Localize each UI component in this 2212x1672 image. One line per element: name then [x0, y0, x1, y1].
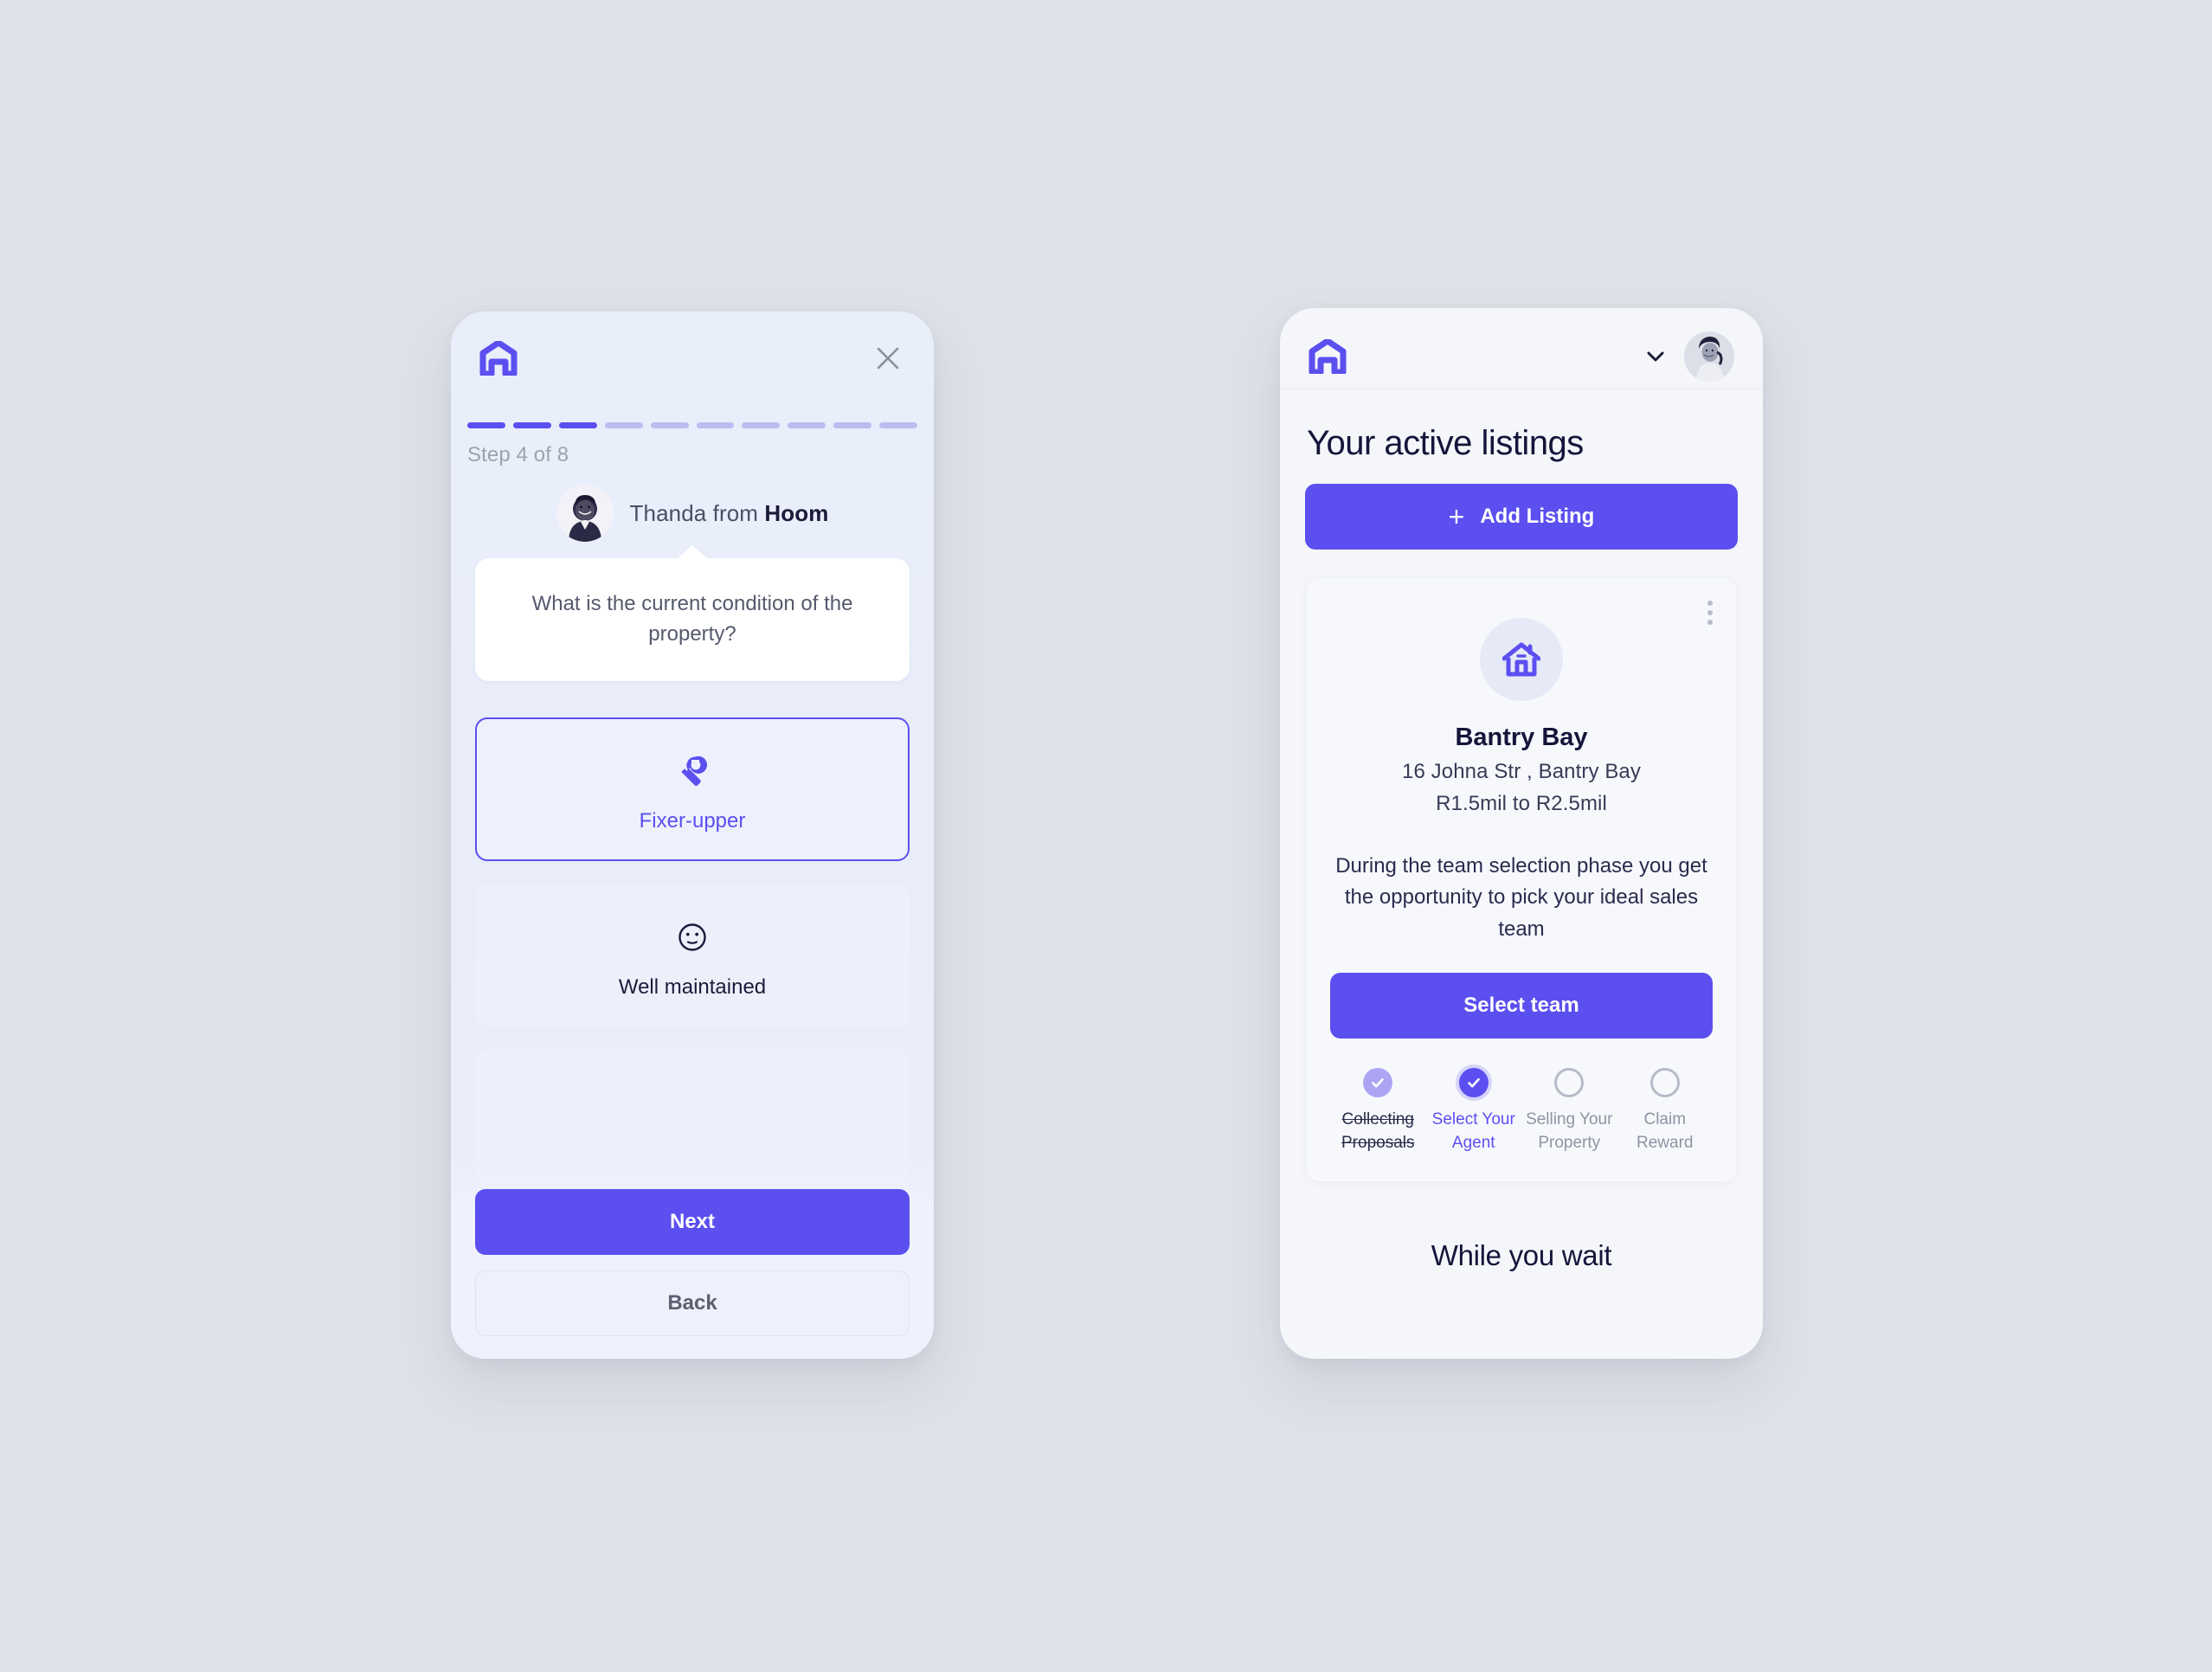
progress-segment	[650, 422, 689, 428]
close-icon[interactable]	[871, 341, 905, 376]
listing-description: During the team selection phase you get …	[1335, 854, 1707, 941]
user-avatar[interactable]	[1684, 331, 1734, 382]
progress-segment	[696, 422, 735, 428]
progress-segment	[512, 422, 551, 428]
agent-avatar	[556, 485, 614, 542]
stage-claim-reward[interactable]: Claim Reward	[1617, 1068, 1714, 1155]
agent-intro-row: Thanda from Hoom	[451, 485, 934, 542]
progress-segment	[558, 422, 597, 428]
dashboard-body: Your active listings + Add Listing Bantr…	[1280, 424, 1763, 1272]
onboarding-topbar	[451, 312, 934, 384]
progress-segment	[788, 422, 826, 428]
step-progress-bar	[451, 422, 934, 428]
section-heading: While you wait	[1431, 1239, 1612, 1272]
option-list: Fixer-upper Well maintained	[475, 717, 910, 1190]
dashboard-topbar	[1280, 308, 1763, 389]
listing-progress-stepper: Collecting Proposals Select Your Agent S…	[1330, 1068, 1713, 1181]
next-button[interactable]: Next	[475, 1189, 910, 1255]
progress-segment	[467, 422, 505, 428]
agent-name-label: Thanda from Hoom	[630, 500, 829, 527]
stage-select-your-agent[interactable]: Select Your Agent	[1426, 1068, 1522, 1155]
progress-segment	[742, 422, 781, 428]
bubble-tail	[677, 545, 708, 559]
option-fixer-upper[interactable]: Fixer-upper	[475, 717, 910, 861]
step-counter-label: Step 4 of 8	[467, 443, 569, 466]
question-bubble: What is the current condition of the pro…	[475, 545, 910, 681]
progress-segment	[604, 422, 643, 428]
chevron-down-icon[interactable]	[1643, 344, 1669, 370]
option-label: Fixer-upper	[639, 808, 746, 833]
onboarding-footer-actions: Next Back	[451, 1158, 934, 1359]
stage-selling-your-property[interactable]: Selling Your Property	[1521, 1068, 1617, 1155]
house-logo-icon	[479, 341, 518, 376]
listing-name: Bantry Bay	[1455, 723, 1588, 751]
kebab-menu-icon[interactable]	[1704, 597, 1716, 628]
progress-segment	[833, 422, 872, 428]
house-icon	[1480, 618, 1563, 701]
progress-segment	[879, 422, 918, 428]
smiley-face-icon	[494, 918, 891, 956]
page-title: Your active listings	[1307, 424, 1584, 462]
question-card: What is the current condition of the pro…	[475, 558, 910, 681]
stage-label: Collecting Proposals	[1341, 1110, 1415, 1153]
wrench-icon	[494, 752, 891, 790]
topbar-account-group	[1643, 331, 1734, 382]
dashboard-screen: Your active listings + Add Listing Bantr…	[1280, 308, 1763, 1359]
empty-circle-icon	[1649, 1068, 1680, 1098]
question-text: What is the current condition of the pro…	[531, 592, 853, 646]
stage-label: Select Your Agent	[1431, 1110, 1515, 1153]
check-icon	[1458, 1068, 1489, 1098]
add-listing-label: Add Listing	[1480, 505, 1595, 528]
stage-collecting-proposals[interactable]: Collecting Proposals	[1330, 1068, 1426, 1155]
listing-price-range: R1.5mil to R2.5mil	[1436, 792, 1607, 815]
stage-label: Claim Reward	[1636, 1110, 1694, 1153]
listing-address: 16 Johna Str , Bantry Bay	[1402, 760, 1641, 783]
select-team-button[interactable]: Select team	[1330, 973, 1713, 1039]
add-listing-button[interactable]: + Add Listing	[1305, 484, 1738, 550]
agent-name-prefix: Thanda from	[629, 499, 765, 526]
agent-company: Hoom	[764, 499, 829, 526]
back-button[interactable]: Back	[475, 1270, 910, 1336]
plus-icon: +	[1448, 501, 1465, 532]
option-label: Well maintained	[618, 974, 767, 999]
onboarding-screen: Step 4 of 8 Thanda from Hoom What is the…	[451, 312, 934, 1359]
stage-label: Selling Your Property	[1526, 1110, 1613, 1153]
listing-card: Bantry Bay 16 Johna Str , Bantry Bay R1.…	[1305, 577, 1738, 1183]
empty-circle-icon	[1554, 1068, 1585, 1098]
house-logo-icon	[1309, 338, 1347, 374]
option-well-maintained[interactable]: Well maintained	[475, 883, 910, 1027]
check-icon	[1363, 1068, 1393, 1098]
screenshot-canvas: Step 4 of 8 Thanda from Hoom What is the…	[0, 0, 2212, 1672]
